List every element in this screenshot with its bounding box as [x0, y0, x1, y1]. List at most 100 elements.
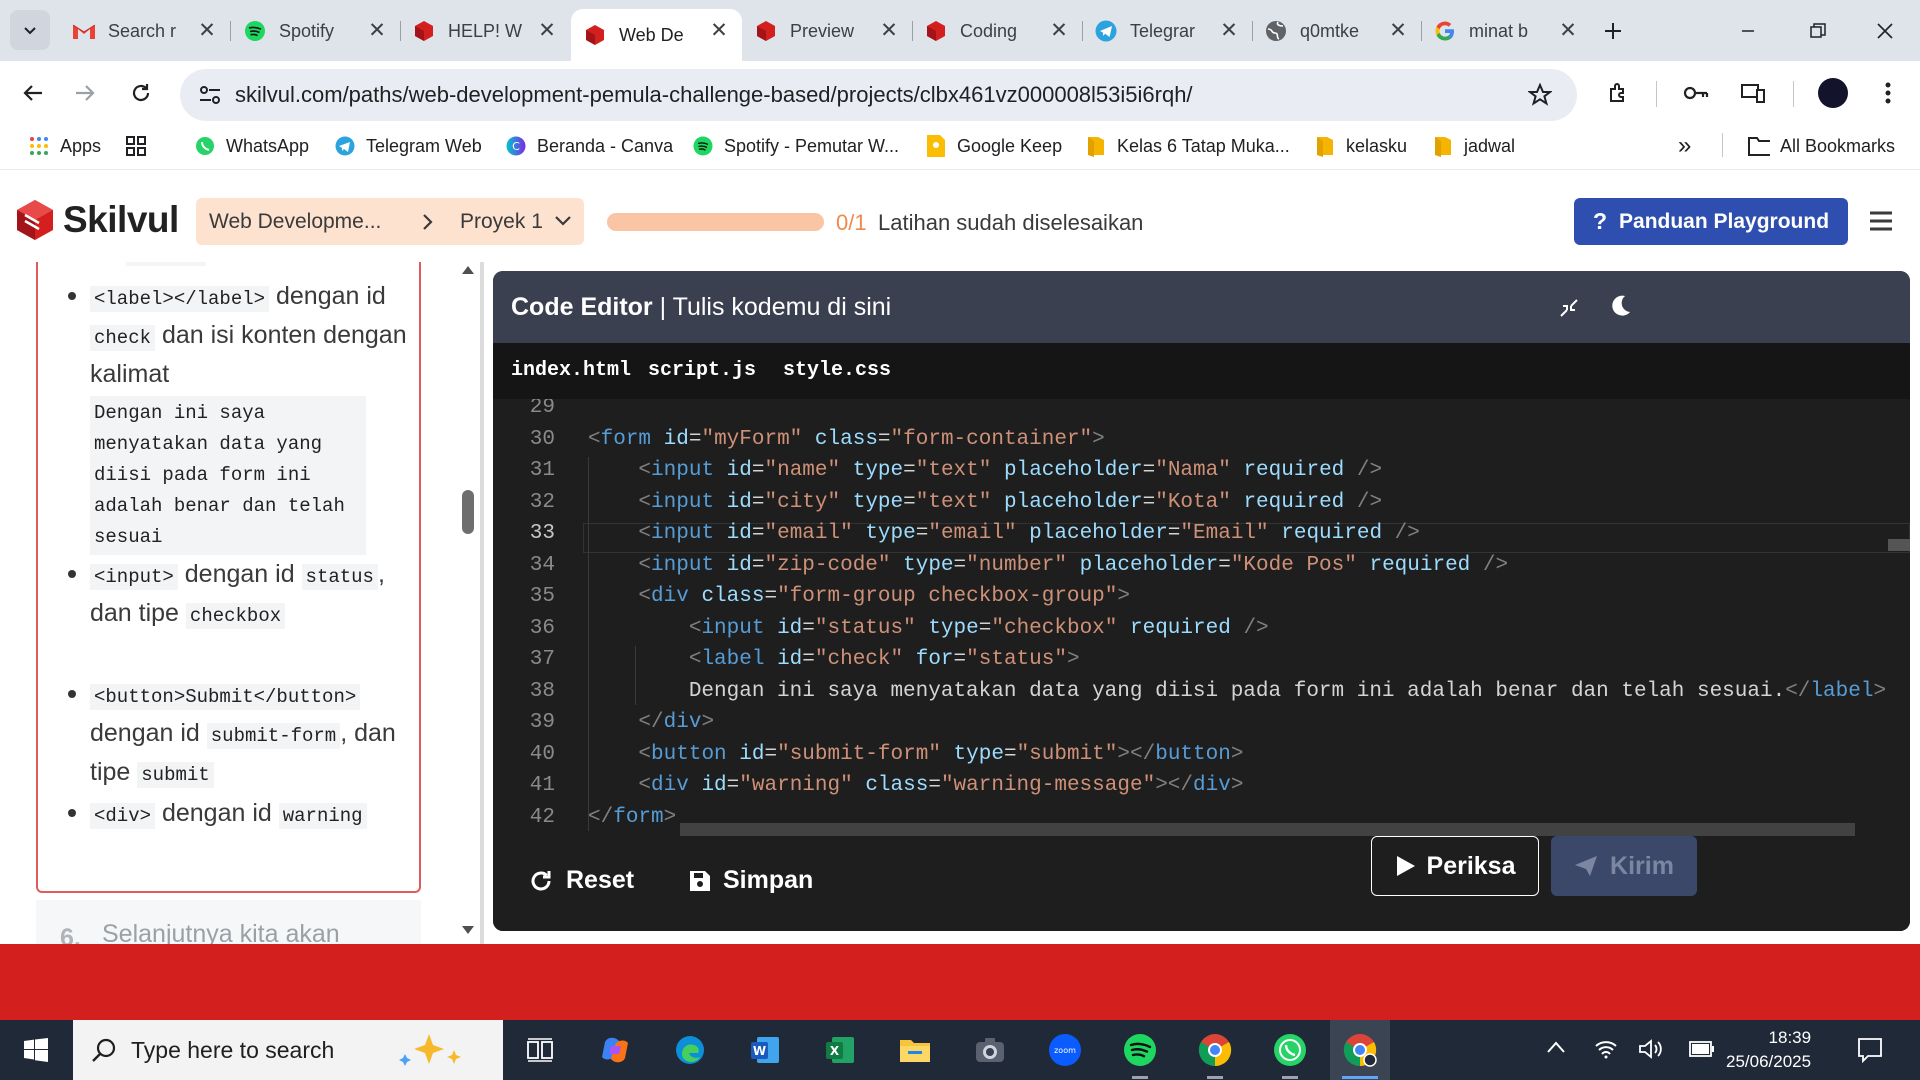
speaker-icon[interactable]	[1638, 1038, 1664, 1060]
save-button[interactable]: Simpan	[689, 866, 813, 895]
taskbar-clock[interactable]: 18:39 25/06/2025	[1726, 1026, 1811, 1074]
file-explorer-icon[interactable]	[895, 1030, 935, 1070]
code-line[interactable]: </form>	[588, 806, 676, 829]
step-6-card[interactable]: 6. Selanjutnya kita akan	[36, 900, 421, 944]
chrome-icon[interactable]	[1195, 1030, 1235, 1070]
close-tab-icon[interactable]: ✕	[1048, 20, 1070, 42]
tab-style-css[interactable]: style.css	[783, 359, 891, 382]
forward-button[interactable]	[65, 73, 105, 113]
panel-divider[interactable]	[480, 262, 484, 944]
extensions-button[interactable]	[1599, 73, 1639, 113]
scroll-up-icon[interactable]	[462, 266, 474, 274]
vertical-scrollbar-thumb[interactable]	[1888, 539, 1910, 551]
wifi-icon[interactable]	[1594, 1038, 1618, 1060]
whatsapp-icon[interactable]	[1270, 1030, 1310, 1070]
horizontal-scrollbar[interactable]	[680, 823, 1855, 836]
bookmark-jadwal[interactable]: jadwal	[1432, 131, 1515, 161]
bookmarks-overflow-button[interactable]: »	[1678, 131, 1691, 161]
word-icon[interactable]: W	[745, 1030, 785, 1070]
code-line[interactable]: </div>	[588, 711, 714, 734]
close-tab-icon[interactable]: ✕	[878, 20, 900, 42]
browser-tab[interactable]: Web De ✕	[571, 9, 742, 61]
send-button[interactable]: Kirim	[1551, 836, 1697, 896]
start-button[interactable]	[16, 1030, 56, 1070]
restore-button[interactable]	[1783, 0, 1853, 61]
reset-button[interactable]: Reset	[528, 866, 634, 895]
browser-tab[interactable]: Telegrar ✕	[1082, 9, 1252, 53]
chrome-profile-icon[interactable]	[1330, 1020, 1390, 1080]
reload-button[interactable]	[121, 73, 161, 113]
code-line[interactable]: <input id="status" type="checkbox" requi…	[588, 617, 1269, 640]
scrollbar-thumb[interactable]	[462, 490, 474, 534]
profile-button[interactable]	[1813, 73, 1853, 113]
task-view-icon[interactable]	[520, 1030, 560, 1070]
close-tab-icon[interactable]: ✕	[1557, 20, 1579, 42]
code-line[interactable]: <input id="zip-code" type="number" place…	[588, 554, 1508, 577]
code-area[interactable]: 29 30 <form id="myForm" class="form-contai…	[493, 399, 1910, 836]
new-tab-button[interactable]	[1593, 11, 1633, 51]
all-bookmarks-button[interactable]: All Bookmarks	[1748, 131, 1895, 161]
code-line[interactable]: <form id="myForm" class="form-container"…	[588, 428, 1105, 451]
bookmark-spotify[interactable]: Spotify - Pemutar W...	[692, 131, 899, 161]
code-line[interactable]: <div class="form-group checkbox-group">	[588, 585, 1130, 608]
tab-search-button[interactable]	[10, 10, 50, 50]
collapse-icon[interactable]	[1558, 297, 1580, 319]
bookmark-canva[interactable]: C Beranda - Canva	[505, 131, 673, 161]
breadcrumb-course[interactable]: Web Developme...	[209, 210, 381, 234]
minimize-button[interactable]	[1713, 0, 1783, 61]
notifications-icon[interactable]	[1857, 1037, 1883, 1063]
browser-tab[interactable]: Coding ✕	[912, 9, 1082, 53]
bookmark-kelas6[interactable]: Kelas 6 Tatap Muka...	[1085, 131, 1290, 161]
taskbar-search[interactable]: Type here to search	[73, 1020, 503, 1080]
scroll-down-icon[interactable]	[462, 926, 474, 934]
browser-tab[interactable]: q0mtke ✕	[1252, 9, 1421, 53]
url-text[interactable]: skilvul.com/paths/web-development-pemula…	[235, 82, 1193, 108]
code-line[interactable]: <div id="warning" class="warning-message…	[588, 774, 1243, 797]
guide-playground-button[interactable]: ? Panduan Playground	[1574, 198, 1848, 245]
close-tab-icon[interactable]: ✕	[196, 20, 218, 42]
code-line[interactable]: <input id="name" type="text" placeholder…	[588, 459, 1382, 482]
check-button[interactable]: Periksa	[1371, 836, 1539, 896]
code-line[interactable]: <label id="check" for="status">	[588, 648, 1080, 671]
skilvul-logo[interactable]: Skilvul	[13, 198, 179, 242]
passwords-button[interactable]	[1676, 73, 1716, 113]
edge-icon[interactable]	[670, 1030, 710, 1070]
browser-tab[interactable]: Search r ✕	[60, 9, 230, 53]
browser-tab[interactable]: Preview ✕	[742, 9, 912, 53]
close-window-button[interactable]	[1850, 0, 1920, 61]
address-bar[interactable]: skilvul.com/paths/web-development-pemula…	[180, 69, 1577, 121]
browser-tab[interactable]: minat b ✕	[1421, 9, 1591, 53]
bookmark-kelasku[interactable]: kelasku	[1314, 131, 1407, 161]
cast-button[interactable]	[1733, 73, 1773, 113]
code-line[interactable]: Dengan ini saya menyatakan data yang dii…	[588, 680, 1886, 703]
back-button[interactable]	[13, 73, 53, 113]
spotify-icon[interactable]	[1120, 1030, 1160, 1070]
close-tab-icon[interactable]: ✕	[536, 20, 558, 42]
code-line[interactable]: <input id="email" type="email" placehold…	[588, 522, 1419, 545]
hamburger-menu-button[interactable]	[1866, 206, 1896, 236]
star-icon[interactable]	[1528, 83, 1552, 107]
breadcrumb-project[interactable]: Proyek 1	[460, 210, 543, 234]
excel-icon[interactable]: X	[820, 1030, 860, 1070]
browser-tab[interactable]: Spotify ✕	[231, 9, 400, 53]
chrome-menu-button[interactable]	[1868, 73, 1908, 113]
browser-tab[interactable]: HELP! W ✕	[400, 9, 570, 53]
close-tab-icon[interactable]: ✕	[1218, 20, 1240, 42]
tab-index-html[interactable]: index.html	[511, 359, 631, 382]
close-tab-icon[interactable]: ✕	[708, 20, 730, 42]
dark-mode-icon[interactable]	[1607, 293, 1633, 319]
zoom-icon[interactable]: zoom	[1045, 1030, 1085, 1070]
chevron-up-icon[interactable]	[1546, 1040, 1566, 1054]
bookmark-whatsapp[interactable]: WhatsApp	[194, 131, 309, 161]
code-line[interactable]: <input id="city" type="text" placeholder…	[588, 491, 1382, 514]
bookmark-tab-groups[interactable]	[125, 131, 157, 161]
chevron-down-icon[interactable]	[554, 214, 572, 228]
bookmark-google-keep[interactable]: Google Keep	[925, 131, 1062, 161]
bookmark-telegram[interactable]: Telegram Web	[334, 131, 482, 161]
copilot-icon[interactable]	[595, 1030, 635, 1070]
tab-script-js[interactable]: script.js	[648, 359, 756, 382]
bookmark-apps[interactable]: Apps	[28, 131, 101, 161]
camera-icon[interactable]	[970, 1030, 1010, 1070]
close-tab-icon[interactable]: ✕	[1387, 20, 1409, 42]
close-tab-icon[interactable]: ✕	[366, 20, 388, 42]
